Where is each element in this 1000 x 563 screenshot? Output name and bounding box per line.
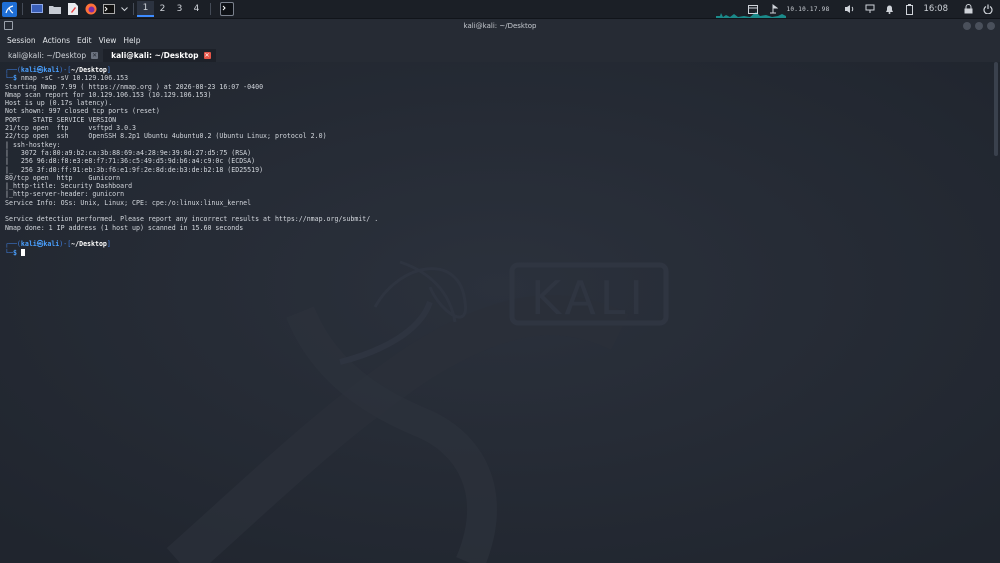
close-tab-icon[interactable]: ✕ [91, 52, 99, 59]
output-line: Starting Nmap 7.99 ( https://nmap.org ) … [5, 82, 264, 91]
minimize-button[interactable] [963, 22, 971, 30]
window-titlebar[interactable]: kali@kali: ~/Desktop [0, 19, 1000, 33]
window-title: kali@kali: ~/Desktop [463, 22, 537, 30]
chevron-down-icon[interactable] [120, 2, 128, 16]
prompt-user: kali㉿kali [20, 240, 60, 249]
output-line: Service detection performed. Please repo… [5, 215, 379, 224]
output-line: PORT STATE SERVICE VERSION [5, 115, 117, 124]
prompt-dir: ~/Desktop [71, 240, 107, 249]
output-line: |_http-title: Security Dashboard [5, 182, 133, 191]
output-line: Host is up (0.17s latency). [5, 99, 113, 108]
terminal-output[interactable]: ┌──(kali㉿kali)-[~/Desktop] └─$ nmap -sC … [5, 66, 378, 257]
tab-bar: kali@kali: ~/Desktop ✕ kali@kali: ~/Desk… [0, 47, 1000, 63]
output-line: | ssh-hostkey: [5, 140, 61, 149]
terminal-view[interactable]: KALI ┌──(kali㉿kali)-[~/Desktop] └─$ nmap… [0, 62, 1000, 563]
clock[interactable]: 16:08 [924, 4, 949, 14]
tab-label: kali@kali: ~/Desktop [111, 51, 199, 60]
wallpaper-logo-text: KALI [531, 271, 647, 325]
prompt-dir: ~/Desktop [71, 66, 107, 74]
workspace-2[interactable]: 2 [154, 1, 171, 17]
window-menu-icon[interactable] [4, 21, 13, 30]
menu-bar: Session Actions Edit View Help [0, 33, 1000, 47]
output-line: 21/tcp open ftp vsftpd 3.0.3 [5, 124, 137, 133]
output-line: Nmap scan report for 10.129.106.153 (10.… [5, 90, 212, 99]
workspace-3[interactable]: 3 [171, 1, 188, 17]
output-line: 80/tcp open http Gunicorn [5, 173, 121, 182]
text-editor-icon[interactable] [66, 2, 80, 16]
terminal-scrollbar[interactable] [994, 62, 998, 156]
window-list-icon[interactable] [747, 3, 759, 15]
output-line: |_http-server-header: gunicorn [5, 190, 125, 199]
menu-actions[interactable]: Actions [43, 36, 70, 45]
firefox-icon[interactable] [84, 2, 98, 16]
network-icon[interactable] [864, 3, 876, 15]
menu-session[interactable]: Session [7, 36, 36, 45]
output-line: Nmap done: 1 IP address (1 host up) scan… [5, 223, 244, 232]
lock-screen-icon[interactable] [962, 3, 974, 15]
tab-terminal-1[interactable]: kali@kali: ~/Desktop ✕ [0, 49, 103, 62]
workspace-4[interactable]: 4 [188, 1, 205, 17]
output-line: Not shown: 997 closed tcp ports (reset) [5, 107, 160, 116]
prompt-user: kali㉿kali [20, 66, 60, 74]
terminal-launcher-icon[interactable] [102, 2, 116, 16]
tab-label: kali@kali: ~/Desktop [8, 51, 87, 60]
terminal-task-button[interactable] [220, 2, 234, 16]
volume-icon[interactable] [844, 3, 856, 15]
vpn-icon[interactable] [767, 3, 779, 15]
notification-bell-icon[interactable] [884, 3, 896, 15]
vpn-ip-address: 10.10.17.98 [786, 5, 830, 13]
file-manager-icon[interactable] [48, 2, 62, 16]
menu-view[interactable]: View [99, 36, 117, 45]
close-tab-icon[interactable]: ✕ [203, 52, 211, 59]
output-line: Service Info: OSs: Unix, Linux; CPE: cpe… [5, 198, 252, 207]
tab-terminal-2[interactable]: kali@kali: ~/Desktop ✕ [103, 49, 216, 62]
system-tray: 10.10.17.98 16:08 [743, 0, 1000, 18]
show-desktop-icon[interactable] [30, 2, 44, 16]
menu-edit[interactable]: Edit [77, 36, 92, 45]
output-line: | 256 96:d8:f8:e3:e8:f7:71:36:c5:49:d5:9… [5, 157, 256, 166]
typed-command: nmap -sC -sV 10.129.106.153 [20, 74, 129, 83]
close-button[interactable] [987, 22, 995, 30]
panel-separator [133, 3, 134, 15]
panel-separator [22, 3, 23, 15]
battery-icon[interactable] [904, 3, 916, 15]
output-line: | 3072 fa:80:a9:b2:ca:3b:88:69:a4:28:9e:… [5, 148, 252, 157]
maximize-button[interactable] [975, 22, 983, 30]
panel-separator [210, 3, 211, 15]
logout-icon[interactable] [982, 3, 994, 15]
terminal-cursor [20, 248, 25, 256]
top-panel: 1 2 3 4 10.10.17.98 16:08 [0, 0, 1000, 19]
output-line: 22/tcp open ssh OpenSSH 8.2p1 Ubuntu 4ub… [5, 132, 327, 141]
kali-menu-icon[interactable] [2, 1, 17, 17]
workspace-1[interactable]: 1 [137, 1, 154, 17]
menu-help[interactable]: Help [123, 36, 140, 45]
output-line: |_ 256 3f:d0:ff:91:eb:3b:f6:e1:9f:2e:8d:… [5, 165, 264, 174]
